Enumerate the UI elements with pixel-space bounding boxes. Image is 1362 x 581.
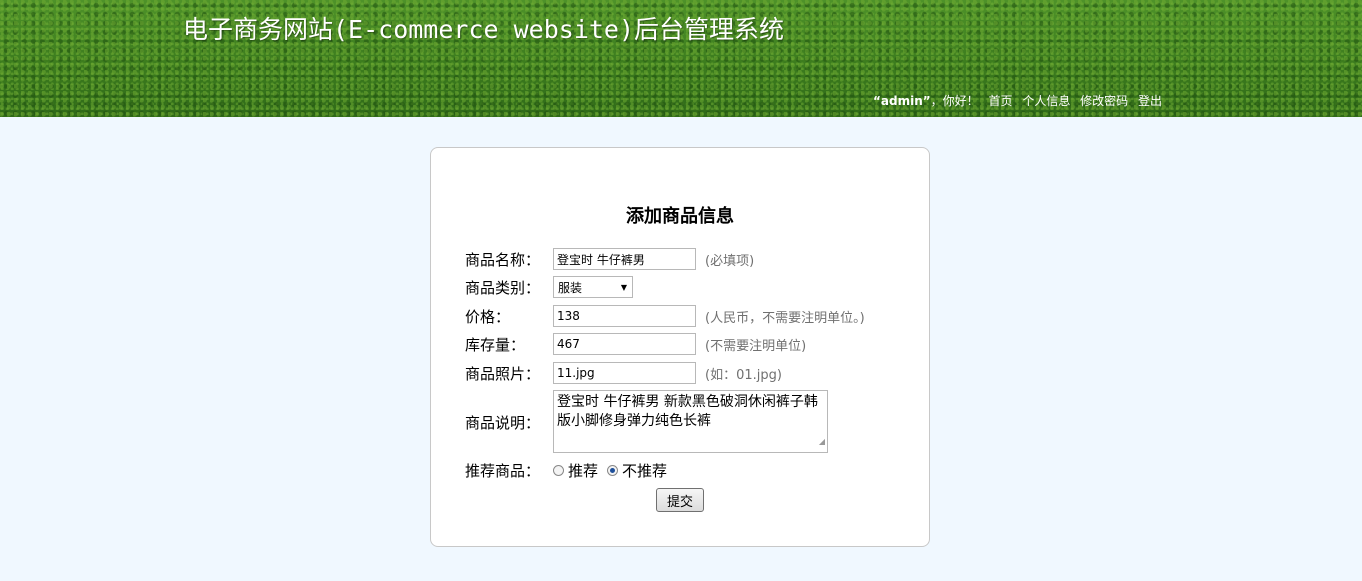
greeting: ，你好！: [930, 94, 979, 108]
description-label: 商品说明：: [465, 413, 541, 432]
nav-logout-link[interactable]: 登出: [1138, 94, 1162, 108]
recommend-yes-label: 推荐: [568, 461, 599, 480]
price-input[interactable]: [553, 305, 696, 327]
add-product-form-card: 添加商品信息 商品名称： (必填项) 商品类别： 服装 ▼ 价格： (人民币，不…: [430, 147, 930, 547]
price-label: 价格：: [465, 307, 511, 326]
stock-hint: (不需要注明单位): [705, 338, 807, 354]
nav-change-password-link[interactable]: 修改密码: [1080, 94, 1128, 108]
recommend-no-option[interactable]: 不推荐: [607, 460, 667, 481]
submit-button[interactable]: 提交: [656, 488, 704, 512]
recommend-yes-radio[interactable]: [553, 464, 564, 476]
product-category-select[interactable]: 服装 ▼: [553, 276, 633, 298]
recommend-no-label: 不推荐: [622, 461, 668, 480]
product-category-row: 商品类别： 服装 ▼: [465, 275, 633, 299]
resize-grip-icon[interactable]: ◢: [819, 432, 825, 451]
price-row: 价格： (人民币，不需要注明单位。): [465, 304, 865, 328]
form-title: 添加商品信息: [626, 206, 734, 227]
product-category-label: 商品类别：: [465, 278, 541, 297]
photo-input[interactable]: [553, 362, 696, 384]
description-textarea[interactable]: 登宝时 牛仔裤男 新款黑色破洞休闲裤子韩版小脚修身弹力纯色长裤 ◢: [553, 390, 828, 453]
photo-row: 商品照片： (如：01.jpg): [465, 361, 782, 385]
product-name-row: 商品名称： (必填项): [465, 247, 754, 271]
recommend-label: 推荐商品：: [465, 461, 541, 480]
product-name-label: 商品名称：: [465, 250, 541, 269]
recommend-row: 推荐商品： 推荐 不推荐: [465, 458, 676, 482]
photo-hint: (如：01.jpg): [705, 367, 782, 383]
recommend-radio-group: 推荐 不推荐: [553, 460, 676, 481]
product-name-hint: (必填项): [705, 253, 755, 269]
description-text: 登宝时 牛仔裤男 新款黑色破洞休闲裤子韩版小脚修身弹力纯色长裤: [557, 394, 818, 429]
nav-home-link[interactable]: 首页: [988, 94, 1012, 108]
product-category-selected: 服装: [558, 280, 583, 295]
chevron-down-icon: ▼: [620, 282, 627, 292]
photo-label: 商品照片：: [465, 364, 541, 383]
recommend-yes-option[interactable]: 推荐: [553, 460, 598, 481]
recommend-no-radio[interactable]: [607, 464, 619, 476]
site-title: 电子商务网站(E-commerce website)后台管理系统: [183, 15, 785, 44]
stock-label: 库存量：: [465, 335, 526, 354]
stock-input[interactable]: [553, 333, 696, 355]
stock-row: 库存量： (不需要注明单位): [465, 332, 806, 356]
user-bar: “admin”，你好！ 首页 个人信息 修改密码 登出: [873, 92, 1162, 109]
username: “admin”: [873, 94, 931, 108]
price-hint: (人民币，不需要注明单位。): [705, 310, 865, 326]
header-banner: 电子商务网站(E-commerce website)后台管理系统 “admin”…: [0, 0, 1362, 117]
description-label-row: 商品说明：: [465, 410, 553, 434]
product-name-input[interactable]: [553, 248, 696, 270]
nav-profile-link[interactable]: 个人信息: [1022, 94, 1070, 108]
